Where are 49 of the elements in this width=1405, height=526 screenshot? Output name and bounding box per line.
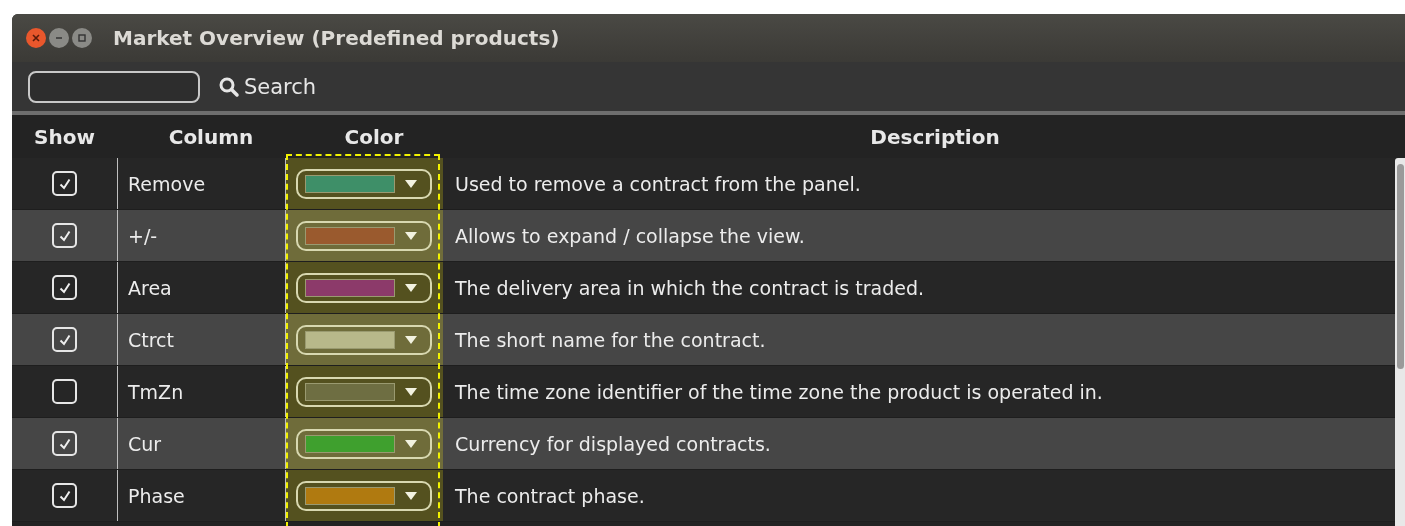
search-field[interactable] — [28, 70, 200, 103]
caret-icon — [404, 179, 418, 188]
description-text: Used to remove a contract from the panel. — [455, 172, 861, 195]
maximize-icon — [77, 33, 87, 43]
show-checkbox[interactable] — [52, 483, 77, 508]
color-dropdown[interactable] — [296, 168, 432, 199]
column-name: +/- — [128, 224, 158, 247]
column-name: TmZn — [128, 380, 184, 403]
search-icon — [218, 75, 240, 98]
color-dropdown[interactable] — [296, 376, 432, 407]
column-name: Remove — [128, 172, 206, 195]
caret-icon — [404, 439, 418, 448]
show-checkbox[interactable] — [52, 275, 77, 300]
column-header[interactable]: Show — [12, 124, 117, 149]
color-dropdown[interactable] — [296, 272, 432, 303]
column-header[interactable]: Column — [117, 124, 295, 149]
color-dropdown[interactable] — [296, 428, 432, 459]
description-text: The short name for the contract. — [455, 328, 766, 351]
show-checkbox[interactable] — [52, 223, 77, 248]
description-text: Currency for displayed contracts. — [455, 432, 771, 455]
column-name: Cur — [128, 432, 162, 455]
column-header[interactable]: Description — [453, 124, 1405, 149]
close-icon — [31, 33, 41, 43]
minimize-button[interactable] — [49, 28, 69, 48]
window-title: Market Overview (Predefined products) — [113, 26, 560, 50]
search-button[interactable]: Search — [218, 74, 317, 99]
scrollbar[interactable] — [1395, 158, 1405, 526]
column-name: Phase — [128, 484, 185, 507]
column-name: Ctrct — [128, 328, 174, 351]
caret-icon — [404, 387, 418, 396]
show-checkbox[interactable] — [52, 171, 77, 196]
caret-icon — [404, 231, 418, 240]
caret-icon — [404, 283, 418, 292]
show-checkbox[interactable] — [52, 379, 77, 404]
description-text: Allows to expand / collapse the view. — [455, 224, 805, 247]
column-header[interactable]: Color — [295, 124, 453, 149]
caret-icon — [404, 491, 418, 500]
column-name: Area — [128, 276, 172, 299]
description-text: The contract phase. — [455, 484, 645, 507]
color-dropdown[interactable] — [296, 480, 432, 511]
show-checkbox[interactable] — [52, 431, 77, 456]
close-button[interactable] — [26, 28, 46, 48]
maximize-button[interactable] — [72, 28, 92, 48]
caret-icon — [404, 335, 418, 344]
color-dropdown[interactable] — [296, 324, 432, 355]
description-text: The delivery area in which the contract is traded. — [455, 276, 925, 299]
show-checkbox[interactable] — [52, 327, 77, 352]
color-dropdown[interactable] — [296, 220, 432, 251]
description-text: The time zone identifier of the time zone the product is operated in. — [455, 380, 1103, 403]
